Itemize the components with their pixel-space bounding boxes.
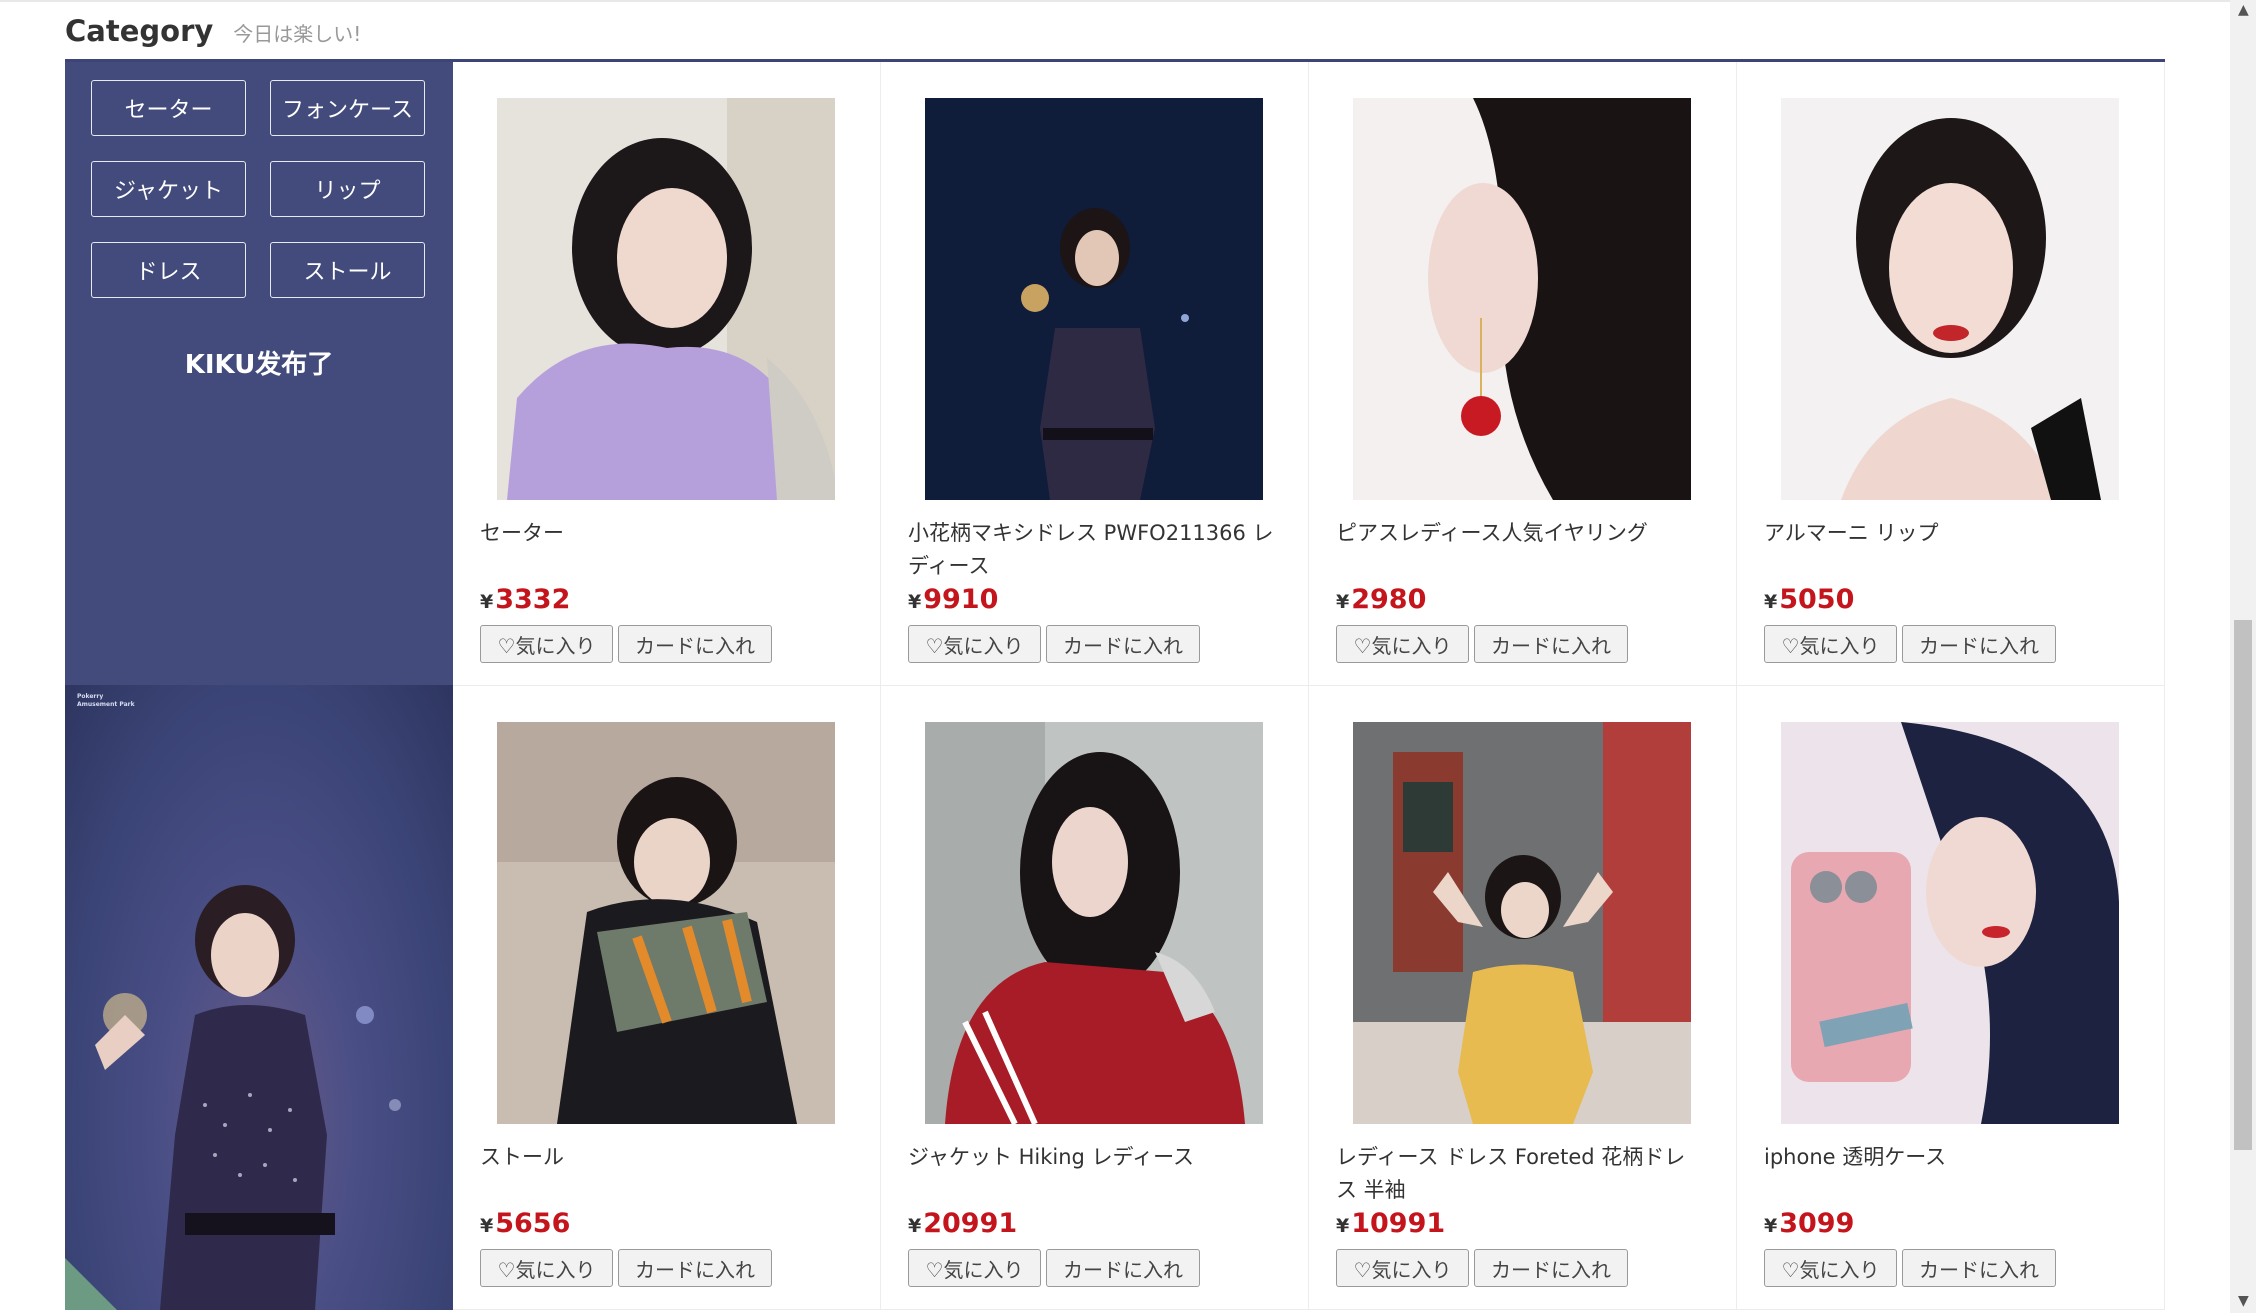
product-name[interactable]: レディース ドレス Foreted 花柄ドレス 半袖 <box>1336 1141 1706 1207</box>
category-button-jacket[interactable]: ジャケット <box>91 161 246 217</box>
page-subtitle: 今日は楽しい! <box>233 22 362 46</box>
add-to-cart-button[interactable]: カードに入れ <box>1046 1249 1200 1287</box>
product-name[interactable]: セーター <box>480 517 850 550</box>
favorite-button[interactable]: ♡気に入り <box>1336 1249 1469 1287</box>
product-actions: ♡気に入り カードに入れ <box>1764 625 2056 663</box>
product-image[interactable] <box>497 98 835 500</box>
product-card: ジャケット Hiking レディース ¥20991 ♡気に入り カードに入れ <box>881 686 1309 1310</box>
promo-photo <box>95 885 401 1310</box>
product-card: レディース ドレス Foreted 花柄ドレス 半袖 ¥10991 ♡気に入り … <box>1309 686 1737 1310</box>
product-price: ¥5050 <box>1764 584 1855 615</box>
add-to-cart-button[interactable]: カードに入れ <box>618 625 772 663</box>
favorite-button[interactable]: ♡気に入り <box>908 625 1041 663</box>
add-to-cart-button[interactable]: カードに入れ <box>1902 625 2056 663</box>
product-price: ¥2980 <box>1336 584 1427 615</box>
product-card: セーター ¥3332 ♡気に入り カードに入れ <box>453 62 881 686</box>
product-photo-phone-case <box>1781 722 2119 1124</box>
product-image[interactable] <box>1353 722 1691 1124</box>
sidebar-caption: KIKU发布了 <box>184 350 334 380</box>
favorite-button[interactable]: ♡気に入り <box>908 1249 1041 1287</box>
category-button-grid: セーター フォンケース ジャケット リップ ドレス ストール <box>91 80 431 298</box>
scrollbar-thumb[interactable] <box>2234 620 2252 1150</box>
promo-tag: Pokerry Amusement Park <box>77 693 135 708</box>
scroll-up-arrow-icon[interactable]: ▲ <box>2238 2 2249 18</box>
product-card: ピアスレディース人気イヤリング ¥2980 ♡気に入り カードに入れ <box>1309 62 1737 686</box>
product-photo-lipstick <box>1781 98 2119 500</box>
product-photo-floral-dress <box>1353 722 1691 1124</box>
product-actions: ♡気に入り カードに入れ <box>1336 1249 1628 1287</box>
product-actions: ♡気に入り カードに入れ <box>480 625 772 663</box>
product-photo-stole <box>497 722 835 1124</box>
favorite-button[interactable]: ♡気に入り <box>1336 625 1469 663</box>
promo-corner-fold <box>65 1258 117 1310</box>
favorite-button[interactable]: ♡気に入り <box>480 1249 613 1287</box>
product-card: 小花柄マキシドレス PWFO211366 レディース ¥9910 ♡気に入り カ… <box>881 62 1309 686</box>
product-price: ¥3332 <box>480 584 571 615</box>
product-card: アルマーニ リップ ¥5050 ♡気に入り カードに入れ <box>1737 62 2165 686</box>
vertical-scrollbar[interactable]: ▲ ▼ <box>2230 0 2256 1313</box>
scroll-down-arrow-icon[interactable]: ▼ <box>2238 1293 2249 1309</box>
top-border <box>0 0 2230 2</box>
product-card: iphone 透明ケース ¥3099 ♡気に入り カードに入れ <box>1737 686 2165 1310</box>
product-grid: セーター ¥3332 ♡気に入り カードに入れ 小花柄マキシドレス PWFO21… <box>453 62 2165 1312</box>
product-photo-sweater <box>497 98 835 500</box>
product-price: ¥3099 <box>1764 1208 1855 1239</box>
category-button-sweater[interactable]: セーター <box>91 80 246 136</box>
product-photo-jacket <box>925 722 1263 1124</box>
product-image[interactable] <box>1781 98 2119 500</box>
product-image[interactable] <box>1781 722 2119 1124</box>
category-button-lip[interactable]: リップ <box>270 161 425 217</box>
promo-banner-image[interactable]: Pokerry Amusement Park <box>65 685 453 1310</box>
product-actions: ♡気に入り カードに入れ <box>908 1249 1200 1287</box>
product-price: ¥9910 <box>908 584 999 615</box>
add-to-cart-button[interactable]: カードに入れ <box>1902 1249 2056 1287</box>
category-button-dress[interactable]: ドレス <box>91 242 246 298</box>
product-actions: ♡気に入り カードに入れ <box>908 625 1200 663</box>
product-price: ¥5656 <box>480 1208 571 1239</box>
product-name[interactable]: 小花柄マキシドレス PWFO211366 レディース <box>908 517 1278 583</box>
add-to-cart-button[interactable]: カードに入れ <box>1474 1249 1628 1287</box>
category-button-stole[interactable]: ストール <box>270 242 425 298</box>
product-name[interactable]: ストール <box>480 1141 850 1174</box>
product-price: ¥20991 <box>908 1208 1018 1239</box>
product-actions: ♡気に入り カードに入れ <box>1336 625 1628 663</box>
product-actions: ♡気に入り カードに入れ <box>480 1249 772 1287</box>
product-image[interactable] <box>497 722 835 1124</box>
product-image[interactable] <box>925 98 1263 500</box>
category-header: Category 今日は楽しい! <box>65 14 2165 62</box>
favorite-button[interactable]: ♡気に入り <box>1764 625 1897 663</box>
product-name[interactable]: アルマーニ リップ <box>1764 517 2134 550</box>
product-name[interactable]: ピアスレディース人気イヤリング <box>1336 517 1706 550</box>
page-title: Category <box>65 14 214 48</box>
product-image[interactable] <box>1353 98 1691 500</box>
product-name[interactable]: iphone 透明ケース <box>1764 1141 2134 1174</box>
product-photo-earring <box>1353 98 1691 500</box>
category-button-phone-case[interactable]: フォンケース <box>270 80 425 136</box>
product-actions: ♡気に入り カードに入れ <box>1764 1249 2056 1287</box>
favorite-button[interactable]: ♡気に入り <box>480 625 613 663</box>
product-card: ストール ¥5656 ♡気に入り カードに入れ <box>453 686 881 1310</box>
add-to-cart-button[interactable]: カードに入れ <box>618 1249 772 1287</box>
favorite-button[interactable]: ♡気に入り <box>1764 1249 1897 1287</box>
add-to-cart-button[interactable]: カードに入れ <box>1474 625 1628 663</box>
add-to-cart-button[interactable]: カードに入れ <box>1046 625 1200 663</box>
category-sidebar: セーター フォンケース ジャケット リップ ドレス ストール KIKU发布了 <box>65 62 453 685</box>
product-price: ¥10991 <box>1336 1208 1446 1239</box>
product-photo-dress <box>925 98 1263 500</box>
product-name[interactable]: ジャケット Hiking レディース <box>908 1141 1278 1174</box>
product-image[interactable] <box>925 722 1263 1124</box>
